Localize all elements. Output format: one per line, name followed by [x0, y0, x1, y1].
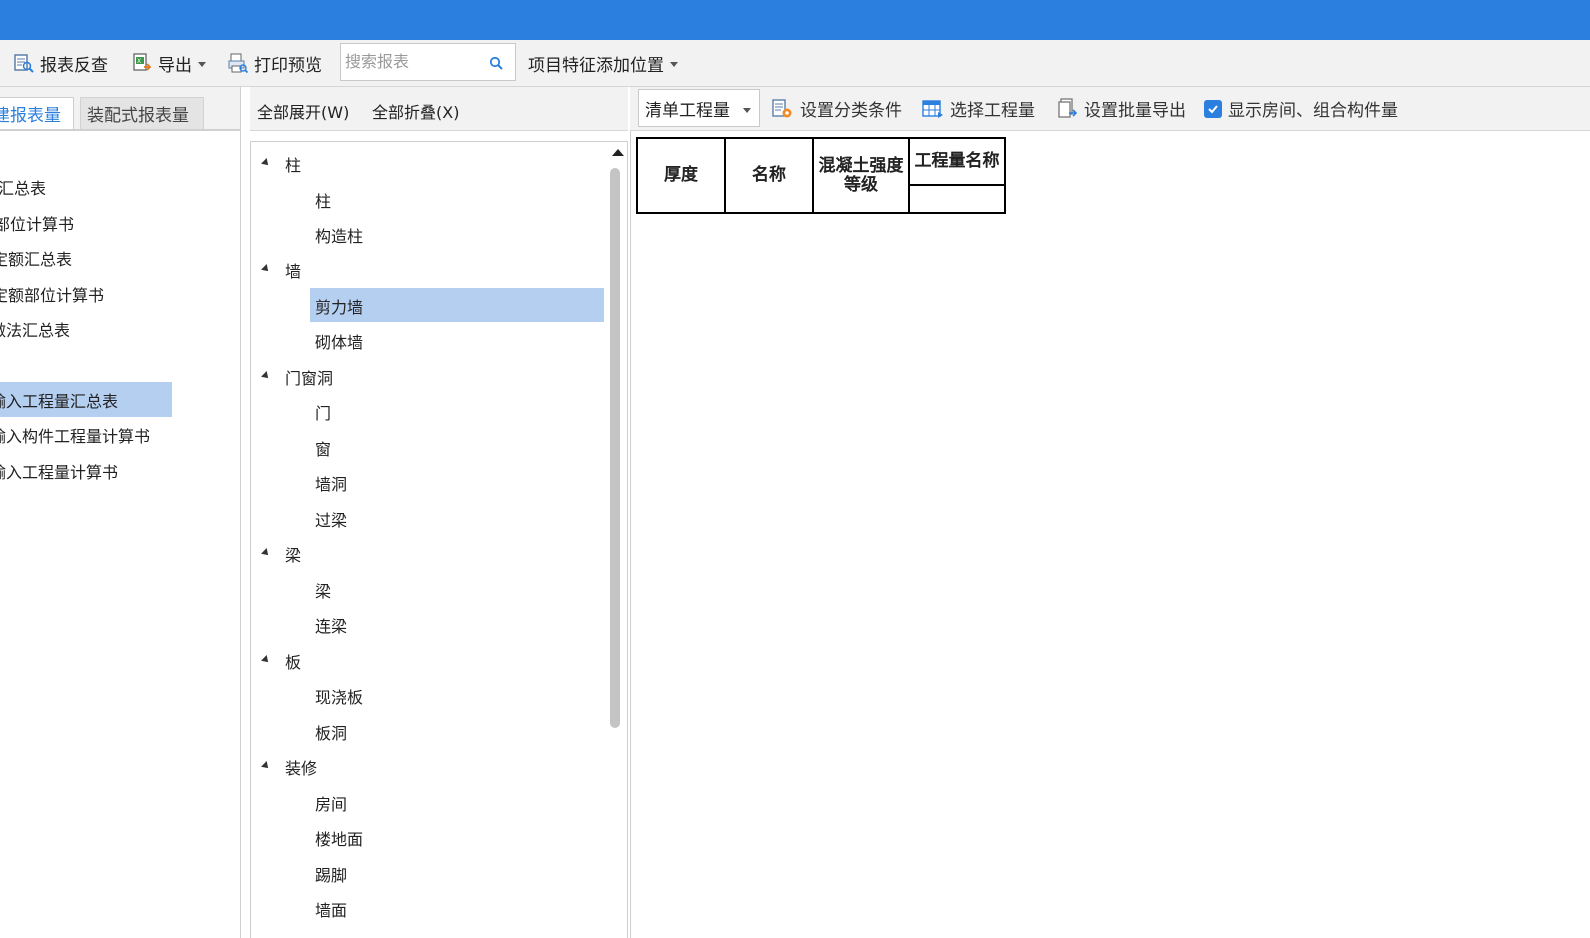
table-grid-icon: [922, 99, 944, 119]
tab-prefab-reports[interactable]: 装配式报表量: [80, 97, 204, 129]
item-feature-position-label: 项目特征添加位置: [528, 55, 664, 76]
classification-settings-icon: [772, 98, 794, 120]
table-header-cell: 名称: [724, 137, 814, 214]
chevron-down-icon: [198, 61, 206, 67]
tree-item[interactable]: 墙洞: [315, 465, 347, 500]
report-item[interactable]: 汇总表: [0, 169, 46, 204]
export-button[interactable]: X 导出: [132, 40, 206, 86]
tree-item[interactable]: 梁: [315, 572, 331, 607]
show-room-checkbox[interactable]: 显示房间、组合构件量: [1204, 87, 1398, 130]
export-label: 导出: [158, 55, 192, 76]
item-feature-position-dropdown[interactable]: 项目特征添加位置: [528, 40, 678, 86]
tree-group[interactable]: 墙: [285, 252, 301, 287]
report-item-label: 输入工程量汇总表: [0, 391, 119, 411]
tree-group[interactable]: 柱: [285, 146, 301, 181]
batch-export-label: 设置批量导出: [1084, 101, 1186, 121]
show-room-label: 显示房间、组合构件量: [1228, 101, 1398, 121]
tab-civil-reports[interactable]: 建报表量: [0, 97, 74, 129]
report-search-box: [340, 43, 516, 81]
tree-group[interactable]: 装修: [285, 749, 317, 784]
tree-item[interactable]: 房间: [315, 785, 347, 820]
report-item[interactable]: 定额汇总表: [0, 240, 72, 275]
scrollbar-thumb[interactable]: [610, 168, 620, 728]
report-item-selected[interactable]: 输入工程量汇总表: [0, 382, 172, 417]
tree-item-selected[interactable]: 剪力墙: [315, 288, 363, 323]
quantity-type-value: 清单工程量: [645, 100, 730, 121]
tree-item[interactable]: 连梁: [315, 607, 347, 642]
report-item[interactable]: 输入工程量计算书: [0, 453, 118, 488]
tree-item[interactable]: 门: [315, 394, 331, 429]
tree-item[interactable]: 过梁: [315, 501, 347, 536]
chevron-down-icon: [743, 108, 751, 113]
table-cell: [908, 183, 1006, 215]
print-preview-button[interactable]: 打印预览: [228, 40, 322, 86]
batch-export-button[interactable]: 设置批量导出: [1058, 87, 1186, 130]
tree-item[interactable]: 窗: [315, 430, 331, 465]
report-item[interactable]: 定额部位计算书: [0, 276, 104, 311]
chevron-down-icon: [670, 61, 678, 67]
report-check-icon: [14, 53, 34, 73]
checkbox-checked-icon[interactable]: [1204, 99, 1222, 118]
tree-item[interactable]: 砌体墙: [315, 323, 363, 358]
component-tree: [250, 141, 628, 938]
table-header-cell: 混凝土强度等级: [812, 137, 910, 214]
search-icon[interactable]: [489, 55, 503, 75]
excel-export-icon: X: [132, 53, 152, 73]
tree-header: 全部展开(W) 全部折叠(X): [250, 87, 628, 131]
batch-export-icon: [1058, 97, 1078, 120]
report-list-panel: 建报表量 装配式报表量 汇总表 部位计算书 定额汇总表 定额部位计算书 做法汇总…: [0, 87, 241, 938]
table-header-cell: 工程量名称: [908, 137, 1006, 186]
tree-item[interactable]: 构造柱: [315, 217, 363, 252]
tree-group[interactable]: 梁: [285, 536, 301, 571]
report-preview-area: [630, 131, 1590, 938]
report-table: 厚度 名称 混凝土强度等级 工程量名称: [636, 137, 1006, 215]
report-item[interactable]: 部位计算书: [0, 205, 74, 240]
report-item[interactable]: 做法汇总表: [0, 311, 70, 346]
print-preview-label: 打印预览: [254, 55, 322, 76]
set-classification-label: 设置分类条件: [800, 101, 902, 121]
select-quantity-button[interactable]: 选择工程量: [922, 87, 1035, 130]
report-check-button[interactable]: 报表反查: [14, 40, 108, 86]
tree-item[interactable]: 楼地面: [315, 820, 363, 855]
print-preview-icon: [228, 53, 249, 74]
expand-all-button[interactable]: 全部展开(W): [257, 99, 349, 123]
tree-item[interactable]: 柱: [315, 182, 331, 217]
report-toolbar: 清单工程量 设置分类条件 选择工程量 设置批量导出 显示房间、组合构件量: [630, 87, 1590, 131]
tree-scrollbar[interactable]: [604, 142, 626, 938]
select-quantity-label: 选择工程量: [950, 101, 1035, 121]
report-tabs: 建报表量 装配式报表量: [0, 87, 240, 131]
svg-text:X: X: [137, 58, 141, 65]
main-toolbar: 报表反查 X 导出 打印预览 项目特征添加位置: [0, 40, 1590, 87]
title-bar: [0, 0, 1590, 40]
tree-group[interactable]: 门窗洞: [285, 359, 333, 394]
tree-group[interactable]: 板: [285, 643, 301, 678]
tree-item[interactable]: 现浇板: [315, 678, 363, 713]
table-header-cell: 厚度: [636, 137, 726, 214]
scroll-up-arrow-icon[interactable]: [612, 149, 624, 156]
tree-item[interactable]: 板洞: [315, 714, 347, 749]
table-header-row: 厚度 名称 混凝土强度等级 工程量名称: [636, 137, 1006, 214]
quantity-type-select[interactable]: 清单工程量: [638, 89, 760, 127]
set-classification-button[interactable]: 设置分类条件: [772, 87, 902, 130]
tree-item[interactable]: 踢脚: [315, 856, 347, 891]
tree-item[interactable]: 墙面: [315, 891, 347, 926]
collapse-all-button[interactable]: 全部折叠(X): [372, 99, 459, 123]
report-item[interactable]: 输入构件工程量计算书: [0, 417, 150, 452]
report-check-label: 报表反查: [40, 55, 108, 76]
report-search-input[interactable]: [341, 44, 485, 78]
